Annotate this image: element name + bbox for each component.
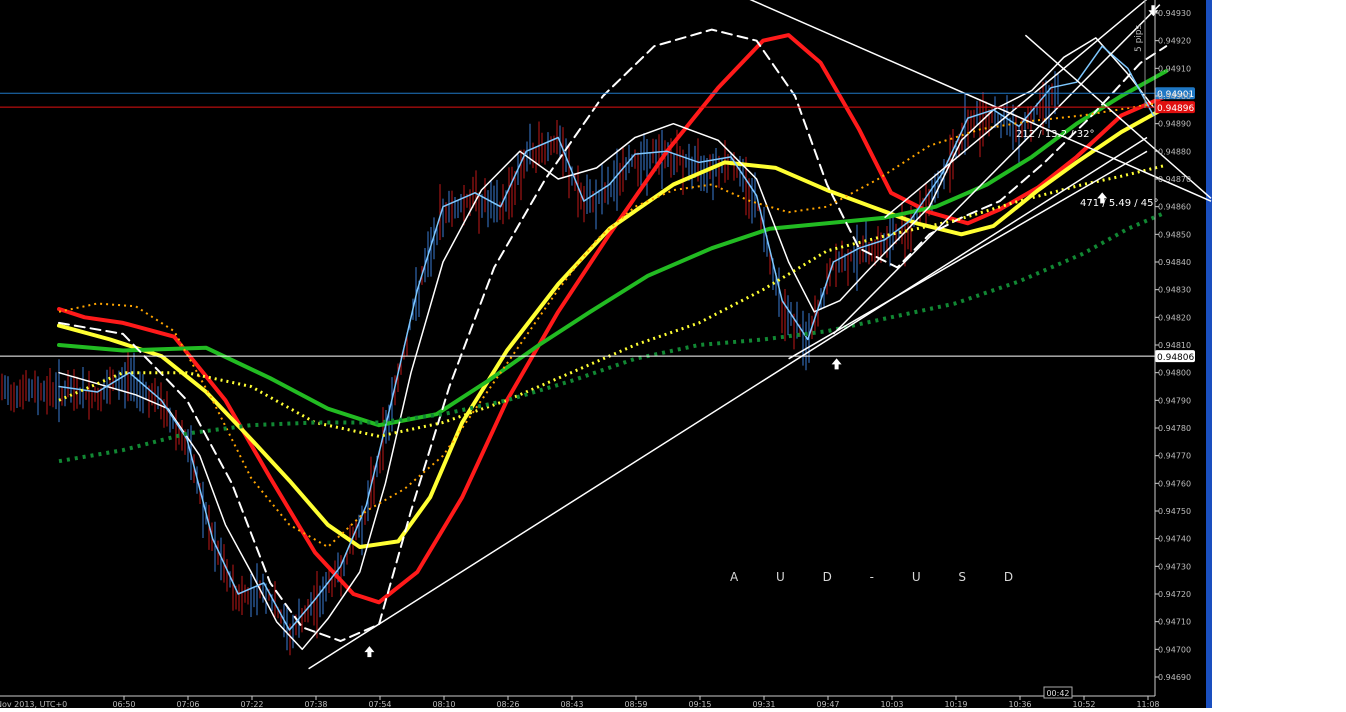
y-tick-label: 0.94850 [1158, 230, 1191, 239]
y-tick-label: 0.94780 [1158, 424, 1191, 433]
x-tick-label: 10:36 [1008, 700, 1031, 708]
x-tick-label: 08:43 [560, 700, 583, 708]
price-chart[interactable]: 0.949010.948960.94806 0.949300.949200.94… [0, 0, 1346, 709]
chart-window[interactable]: 0.94901 0.94896 0.94806 0.94930 0.94920 0.94… [0, 0, 1346, 709]
x-tick-label: 10:52 [1072, 700, 1095, 708]
x-tick-label: 07:38 [304, 700, 327, 708]
x-tick-label: 09:31 [752, 700, 775, 708]
chart-background [0, 0, 1208, 708]
window-edge-bar [1206, 0, 1212, 708]
y-tick-label: 0.94920 [1158, 37, 1191, 46]
symbol-watermark: A U D - U S D [730, 570, 1030, 584]
y-tick-label: 0.94910 [1158, 64, 1191, 73]
bar-countdown: 00:42 [1046, 689, 1069, 698]
y-tick-label: 0.94810 [1158, 341, 1191, 350]
y-tick-label: 0.94860 [1158, 203, 1191, 212]
x-tick-label: 07:06 [176, 700, 199, 708]
y-tick-label: 0.94700 [1158, 645, 1191, 654]
trend-annotation-2: 471 / 5.49 / 45° [1080, 198, 1159, 209]
x-tick-label: 08:26 [496, 700, 519, 708]
scale-label: 5 pips [1134, 24, 1144, 52]
y-tick-label: 0.94710 [1158, 618, 1191, 627]
x-tick-label: 09:47 [816, 700, 839, 708]
x-tick-label: 08:59 [624, 700, 647, 708]
y-tick-label: 0.94690 [1158, 673, 1191, 682]
x-tick-label: 08:10 [432, 700, 455, 708]
x-tick-label: 09:15 [688, 700, 711, 708]
y-tick-label: 0.94800 [1158, 369, 1191, 378]
y-tick-label: 0.94770 [1158, 452, 1191, 461]
y-tick-label: 0.94900 [1158, 92, 1191, 101]
y-tick-label: 0.94720 [1158, 590, 1191, 599]
price-tag-label-2: 0.94806 [1157, 353, 1194, 363]
y-tick-label: 0.94740 [1158, 535, 1191, 544]
y-tick-label: 0.94760 [1158, 479, 1191, 488]
x-tick-label: 07:22 [240, 700, 263, 708]
x-tick-label: 10:19 [944, 700, 967, 708]
y-tick-label: 0.94820 [1158, 313, 1191, 322]
x-tick-label: 06:50 [112, 700, 135, 708]
y-tick-label: 0.94880 [1158, 147, 1191, 156]
y-tick-label: 0.94830 [1158, 286, 1191, 295]
x-tick-label: 10:03 [880, 700, 903, 708]
y-tick-label: 0.94790 [1158, 396, 1191, 405]
y-tick-label: 0.94930 [1158, 9, 1191, 18]
price-tag-label-1: 0.94896 [1157, 104, 1194, 114]
x-tick-label: 11:08 [1136, 700, 1159, 708]
x-tick-label: 07:54 [368, 700, 391, 708]
trend-annotation-1: 212 / 13.2 / 32° [1016, 129, 1095, 140]
x-axis-start-label: Nov 2013, UTC+0 [0, 700, 67, 708]
y-tick-label: 0.94750 [1158, 507, 1191, 516]
y-tick-label: 0.94890 [1158, 120, 1191, 129]
y-tick-label: 0.94870 [1158, 175, 1191, 184]
y-tick-label: 0.94730 [1158, 562, 1191, 571]
y-tick-label: 0.94840 [1158, 258, 1191, 267]
